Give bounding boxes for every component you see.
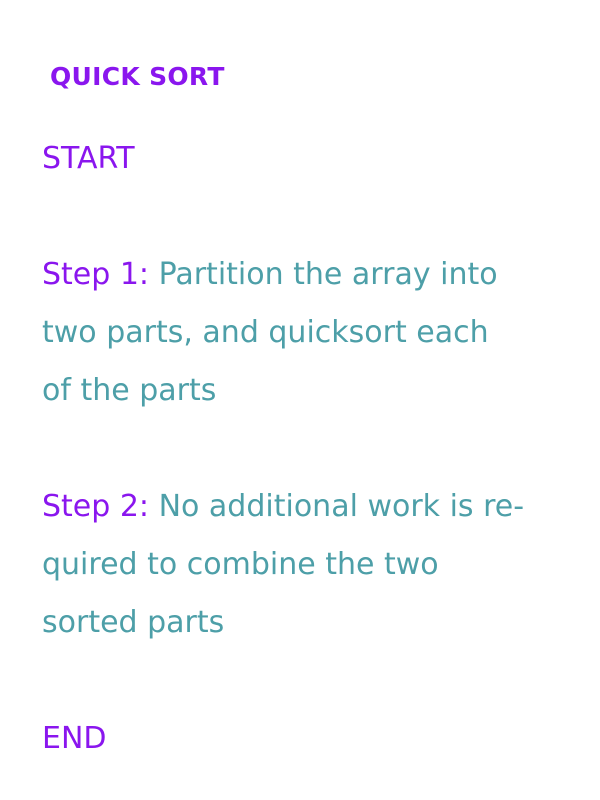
start-marker: START	[42, 141, 135, 176]
step-1-line-1: Step 1: Partition the array into	[42, 246, 572, 304]
step-2-text-line-2: quired to combine the two	[42, 547, 439, 582]
step-2-line-1: Step 2: No additional work is re-	[42, 478, 572, 536]
step-2: Step 2: No additional work is re- quired…	[42, 478, 572, 652]
step-2-text-line-3: sorted parts	[42, 605, 225, 640]
step-1-text-line-2: two parts, and quicksort each	[42, 315, 489, 350]
step-2-label: Step 2:	[42, 489, 150, 524]
step-1-text-line-1: Partition the array into	[158, 257, 498, 292]
algorithm-title: QUICK SORT	[50, 62, 225, 91]
step-1-text-line-3: of the parts	[42, 373, 217, 408]
algorithm-body: START Step 1: Partition the array into t…	[42, 130, 572, 768]
end-marker: END	[42, 721, 107, 756]
document-page: QUICK SORT START Step 1: Partition the a…	[0, 0, 600, 800]
step-1-label: Step 1:	[42, 257, 150, 292]
step-1: Step 1: Partition the array into two par…	[42, 246, 572, 420]
step-2-text-line-1: No additional work is re-	[158, 489, 525, 524]
